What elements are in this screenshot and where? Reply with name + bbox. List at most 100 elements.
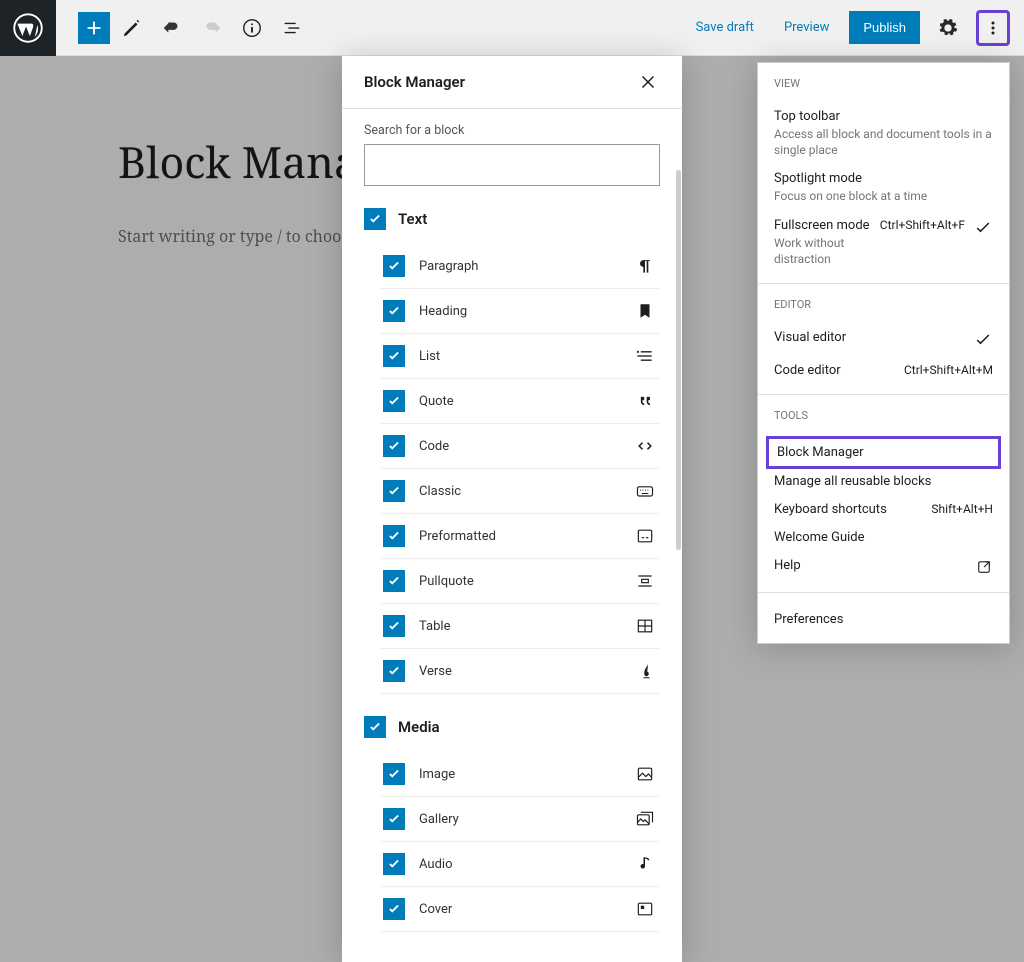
- settings-icon[interactable]: [930, 10, 966, 46]
- block-label: Heading: [419, 304, 619, 319]
- keyboard-icon: [633, 479, 657, 503]
- block-checkbox[interactable]: [383, 570, 405, 592]
- block-item[interactable]: Quote: [380, 379, 660, 424]
- block-item[interactable]: Classic: [380, 469, 660, 514]
- modal-title: Block Manager: [364, 73, 465, 91]
- external-icon: [975, 558, 993, 576]
- bookmark-icon: [633, 299, 657, 323]
- block-item[interactable]: Pullquote: [380, 559, 660, 604]
- menu-shortcut: Ctrl+Shift+Alt+M: [904, 363, 993, 377]
- modal-body: Search for a block TextParagraphHeadingL…: [342, 109, 682, 962]
- block-checkbox[interactable]: [383, 435, 405, 457]
- edit-icon[interactable]: [114, 10, 150, 46]
- image-icon: [633, 762, 657, 786]
- block-item[interactable]: Paragraph: [380, 244, 660, 289]
- close-button[interactable]: [636, 70, 660, 94]
- block-checkbox[interactable]: [383, 763, 405, 785]
- menu-item[interactable]: Keyboard shortcuts Shift+Alt+H: [774, 497, 993, 525]
- menu-item-title: Visual editor: [774, 330, 965, 345]
- menu-item[interactable]: Top toolbarAccess all block and document…: [774, 104, 993, 166]
- menu-item-desc: Work without distraction: [774, 235, 872, 267]
- scrollbar[interactable]: [676, 170, 681, 550]
- block-item[interactable]: Gallery: [380, 797, 660, 842]
- wordpress-logo[interactable]: [0, 0, 56, 56]
- menu-item-title: Code editor: [774, 363, 896, 378]
- menu-item[interactable]: Help: [774, 553, 993, 584]
- block-item[interactable]: Code: [380, 424, 660, 469]
- audio-icon: [633, 852, 657, 876]
- menu-item-title: Preferences: [774, 612, 993, 627]
- block-label: Gallery: [419, 812, 619, 827]
- block-checkbox[interactable]: [383, 480, 405, 502]
- publish-button[interactable]: Publish: [849, 11, 920, 44]
- save-draft-button[interactable]: Save draft: [686, 17, 764, 38]
- block-checkbox[interactable]: [383, 660, 405, 682]
- block-label: Table: [419, 619, 619, 634]
- block-label: Quote: [419, 394, 619, 409]
- toolbar-left: [56, 10, 310, 46]
- search-label: Search for a block: [364, 123, 660, 138]
- block-checkbox[interactable]: [383, 525, 405, 547]
- block-checkbox[interactable]: [383, 390, 405, 412]
- paragraph-icon: [633, 254, 657, 278]
- menu-item[interactable]: Visual editor: [774, 325, 993, 358]
- info-icon[interactable]: [234, 10, 270, 46]
- block-label: Cover: [419, 902, 619, 917]
- block-item[interactable]: Verse: [380, 649, 660, 694]
- menu-item[interactable]: Manage all reusable blocks: [774, 469, 993, 497]
- menu-item[interactable]: Code editor Ctrl+Shift+Alt+M: [774, 358, 993, 386]
- menu-heading: VIEW: [774, 77, 993, 90]
- menu-shortcut: Shift+Alt+H: [931, 502, 993, 516]
- block-item[interactable]: Preformatted: [380, 514, 660, 559]
- block-checkbox[interactable]: [383, 615, 405, 637]
- check-icon: [973, 218, 993, 238]
- check-icon: [973, 330, 993, 350]
- block-checkbox[interactable]: [383, 345, 405, 367]
- more-options-button[interactable]: [976, 10, 1010, 46]
- menu-item-title: Top toolbar: [774, 109, 993, 124]
- block-checkbox[interactable]: [383, 853, 405, 875]
- block-checkbox[interactable]: [383, 255, 405, 277]
- outline-icon[interactable]: [274, 10, 310, 46]
- menu-item-title: Welcome Guide: [774, 530, 993, 545]
- menu-item-title: Help: [774, 558, 967, 573]
- block-label: Image: [419, 767, 619, 782]
- block-item[interactable]: Heading: [380, 289, 660, 334]
- menu-heading: TOOLS: [774, 409, 993, 422]
- list-icon: [633, 344, 657, 368]
- add-block-button[interactable]: [78, 12, 110, 44]
- menu-item[interactable]: Spotlight modeFocus on one block at a ti…: [774, 166, 993, 212]
- block-label: Preformatted: [419, 529, 619, 544]
- undo-icon[interactable]: [154, 10, 190, 46]
- block-checkbox[interactable]: [383, 808, 405, 830]
- menu-item[interactable]: Block Manager: [766, 436, 1001, 469]
- block-item[interactable]: Audio: [380, 842, 660, 887]
- menu-item-title: Manage all reusable blocks: [774, 474, 993, 489]
- block-item[interactable]: Cover: [380, 887, 660, 932]
- menu-item-title: Fullscreen mode: [774, 218, 872, 233]
- top-toolbar: Save draft Preview Publish: [0, 0, 1024, 56]
- code-icon: [633, 434, 657, 458]
- more-options-menu: VIEW Top toolbarAccess all block and docu…: [757, 62, 1010, 644]
- category-checkbox[interactable]: [364, 716, 386, 738]
- category-checkbox[interactable]: [364, 208, 386, 230]
- block-label: Verse: [419, 664, 619, 679]
- modal-header: Block Manager: [342, 56, 682, 109]
- menu-shortcut: Ctrl+Shift+Alt+F: [880, 218, 965, 232]
- block-checkbox[interactable]: [383, 898, 405, 920]
- menu-heading: EDITOR: [774, 298, 993, 311]
- block-label: Pullquote: [419, 574, 619, 589]
- menu-item[interactable]: Fullscreen mode Work without distraction C…: [774, 213, 993, 275]
- menu-item-title: Keyboard shortcuts: [774, 502, 923, 517]
- preview-button[interactable]: Preview: [774, 17, 839, 38]
- block-item[interactable]: Table: [380, 604, 660, 649]
- block-checkbox[interactable]: [383, 300, 405, 322]
- menu-item[interactable]: Preferences: [774, 607, 993, 635]
- pullquote-icon: [633, 569, 657, 593]
- block-item[interactable]: Image: [380, 752, 660, 797]
- block-label: Paragraph: [419, 259, 619, 274]
- block-item[interactable]: List: [380, 334, 660, 379]
- menu-item[interactable]: Welcome Guide: [774, 525, 993, 553]
- redo-icon[interactable]: [194, 10, 230, 46]
- search-input[interactable]: [364, 144, 660, 186]
